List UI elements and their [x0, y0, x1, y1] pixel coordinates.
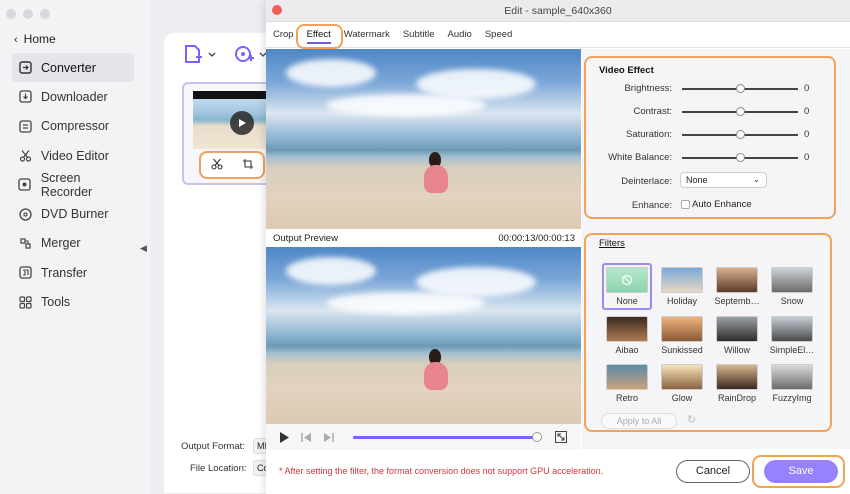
output-preview-label: Output Preview	[273, 233, 338, 244]
file-location-label: File Location:	[190, 463, 247, 474]
thumbnail-top-bar	[193, 91, 273, 99]
sidebar-item-dvd-burner[interactable]: DVD Burner	[12, 199, 134, 228]
person-on-beach	[424, 349, 450, 391]
save-button-highlight	[752, 455, 845, 488]
collapse-sidebar-icon[interactable]: ◀	[140, 243, 147, 254]
tab-crop[interactable]: Crop	[273, 29, 294, 40]
playback-progress-track[interactable]	[353, 432, 542, 442]
dialog-titlebar: Edit - sample_640x360	[266, 0, 850, 22]
cloud	[326, 292, 486, 314]
original-preview-image	[266, 49, 581, 229]
effect-tab-highlight	[296, 24, 343, 49]
tab-audio[interactable]: Audio	[448, 29, 472, 40]
close-dialog-button[interactable]	[272, 5, 282, 15]
zoom-window-dot[interactable]	[40, 9, 50, 19]
chevron-left-icon: ‹	[14, 34, 18, 46]
playback-progress-knob[interactable]	[532, 432, 542, 442]
sidebar-item-compressor[interactable]: Compressor	[12, 112, 134, 141]
cancel-button[interactable]: Cancel	[676, 460, 750, 483]
fullscreen-icon	[555, 431, 567, 443]
play-icon	[279, 431, 289, 443]
output-preview-image	[266, 247, 581, 424]
sidebar-item-screen-recorder[interactable]: Screen Recorder	[12, 170, 134, 199]
edit-tabs: Crop Effect Watermark Subtitle Audio Spe…	[266, 22, 850, 48]
disc-icon	[18, 207, 32, 221]
playback-progress-fill	[353, 436, 537, 439]
preview-info-row: Output Preview 00:00:13/00:00:13	[266, 230, 581, 247]
sidebar: ‹ Home Converter Downloader Compressor Vi…	[0, 0, 150, 494]
add-file-button[interactable]	[183, 44, 217, 67]
sidebar-item-downloader[interactable]: Downloader	[12, 82, 134, 111]
cloud	[286, 257, 376, 285]
sidebar-item-video-editor[interactable]: Video Editor	[12, 141, 134, 170]
minimize-window-dot[interactable]	[23, 9, 33, 19]
scissors-icon	[18, 149, 32, 163]
timecode: 00:00:13/00:00:13	[498, 233, 575, 244]
playback-controls	[266, 424, 581, 450]
transfer-icon	[18, 266, 32, 280]
sidebar-item-tools[interactable]: Tools	[12, 287, 134, 316]
video-thumbnail	[193, 91, 273, 149]
play-control-button[interactable]	[273, 426, 295, 448]
sidebar-nav: Converter Downloader Compressor Video Ed…	[12, 53, 134, 317]
next-frame-button[interactable]	[317, 426, 339, 448]
sidebar-item-transfer[interactable]: Transfer	[12, 258, 134, 287]
merge-icon	[18, 236, 32, 250]
downloader-icon	[18, 90, 32, 104]
thumbnail-tools-highlight	[199, 151, 265, 179]
tab-watermark[interactable]: Watermark	[344, 29, 390, 40]
window-controls	[6, 9, 50, 19]
crop-icon[interactable]	[242, 158, 254, 173]
filters-highlight	[584, 233, 832, 432]
home-link[interactable]: ‹ Home	[14, 32, 56, 46]
cloud	[326, 94, 486, 116]
video-effect-highlight	[584, 56, 836, 219]
trim-scissors-icon[interactable]	[210, 158, 223, 173]
tab-subtitle[interactable]: Subtitle	[403, 29, 435, 40]
add-media-icon	[235, 46, 267, 62]
edit-dialog: Edit - sample_640x360 Crop Effect Waterm…	[266, 0, 850, 494]
screen-record-icon	[18, 178, 32, 192]
compressor-icon	[18, 119, 32, 133]
gpu-warning-text: * After setting the filter, the format c…	[279, 466, 604, 476]
grid-icon	[18, 295, 32, 309]
add-file-icon	[185, 45, 216, 63]
sidebar-item-converter[interactable]: Converter	[12, 53, 134, 83]
next-frame-icon	[323, 432, 334, 442]
prev-frame-button[interactable]	[295, 426, 317, 448]
cloud	[286, 59, 376, 87]
output-format-label: Output Format:	[181, 441, 245, 452]
close-window-dot[interactable]	[6, 9, 16, 19]
fullscreen-button[interactable]	[550, 426, 572, 448]
dialog-title: Edit - sample_640x360	[504, 5, 612, 17]
converter-icon	[18, 61, 32, 75]
play-icon	[239, 119, 246, 127]
add-media-button[interactable]	[234, 44, 268, 67]
sidebar-item-merger[interactable]: Merger	[12, 229, 134, 258]
prev-frame-icon	[300, 432, 311, 442]
play-button[interactable]	[230, 111, 254, 135]
tab-speed[interactable]: Speed	[485, 29, 512, 40]
person-on-beach	[424, 152, 450, 194]
